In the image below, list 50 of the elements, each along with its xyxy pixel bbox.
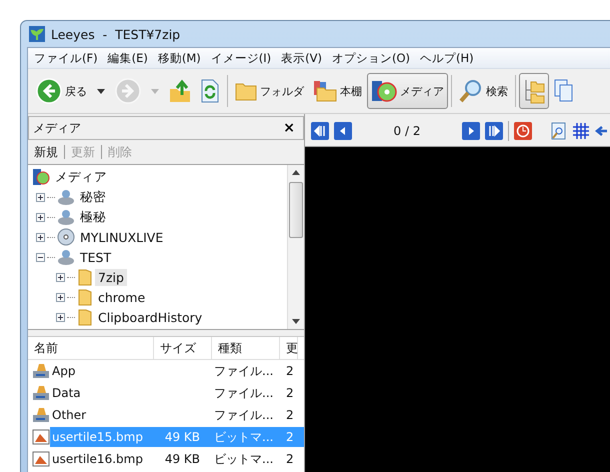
column-header[interactable]: 更 [280,337,298,359]
file-row[interactable]: Other ファイル... 2 [50,405,304,425]
file-name: usertile15.bmp [51,430,144,444]
column-header[interactable]: 種類 [212,337,280,359]
file-row[interactable]: App ファイル... 2 [50,361,304,381]
toolbar-button[interactable]: フォルダ [231,73,308,109]
file-type: ファイル... [213,362,274,380]
file-date: 2 [285,364,295,378]
menu-item[interactable]: 表示(V) [277,50,326,66]
page-counter: 0 / 2 [392,124,422,138]
menu-item[interactable]: 編集(E) [104,50,152,66]
file-type: ファイル... [213,384,274,402]
column-header[interactable]: サイズ [154,337,212,359]
tree-item[interactable]: 秘密 [77,188,109,206]
tree-item[interactable]: chrome [95,288,148,306]
file-date: 2 [285,408,295,422]
close-button[interactable]: × [281,120,297,136]
file-name: App [51,364,76,378]
toolbar-button[interactable]: メディア [367,73,448,109]
menu-item[interactable]: ヘルプ(H) [416,50,478,66]
panel-action[interactable]: 新規 [34,144,58,160]
panel-title: メディア [33,120,81,136]
file-name: Data [51,386,82,400]
menu-item[interactable]: オプション(O) [328,50,414,66]
tree-item[interactable]: 7zip [95,268,127,286]
tree-item[interactable]: 極秘 [77,208,109,226]
file-date: 2 [285,386,295,400]
menu-item[interactable]: イメージ(I) [206,50,276,66]
menu-item[interactable]: 移動(M) [154,50,205,66]
tree-item[interactable]: メディア [52,168,110,186]
file-type: ビットマ... [213,450,274,468]
file-date: 2 [285,452,295,466]
file-date: 2 [285,430,295,444]
file-name: Other [51,408,88,422]
menu-item[interactable]: ファイル(F) [30,50,102,66]
toolbar-button[interactable]: 戻る [32,73,91,109]
file-size: 49 KB [164,452,201,466]
tree-item[interactable]: TEST [77,248,114,266]
tree-item[interactable]: ClipboardHistory [95,308,206,326]
toolbar-button[interactable]: 本棚 [309,73,366,109]
toolbar-button[interactable]: 検索 [455,73,512,109]
column-header[interactable]: 名前 [28,337,154,359]
tree-item[interactable]: MYLINUXLIVE [77,228,166,246]
file-row[interactable]: Data ファイル... 2 [50,383,304,403]
file-size: 49 KB [164,430,201,444]
file-type: ファイル... [213,406,274,424]
file-row[interactable]: usertile16.bmp 49 KB ビットマ... 2 [50,449,304,469]
window-title: Leeyes - TEST¥7zip [51,26,180,42]
file-type: ビットマ... [213,428,274,446]
file-name: usertile16.bmp [51,452,144,466]
